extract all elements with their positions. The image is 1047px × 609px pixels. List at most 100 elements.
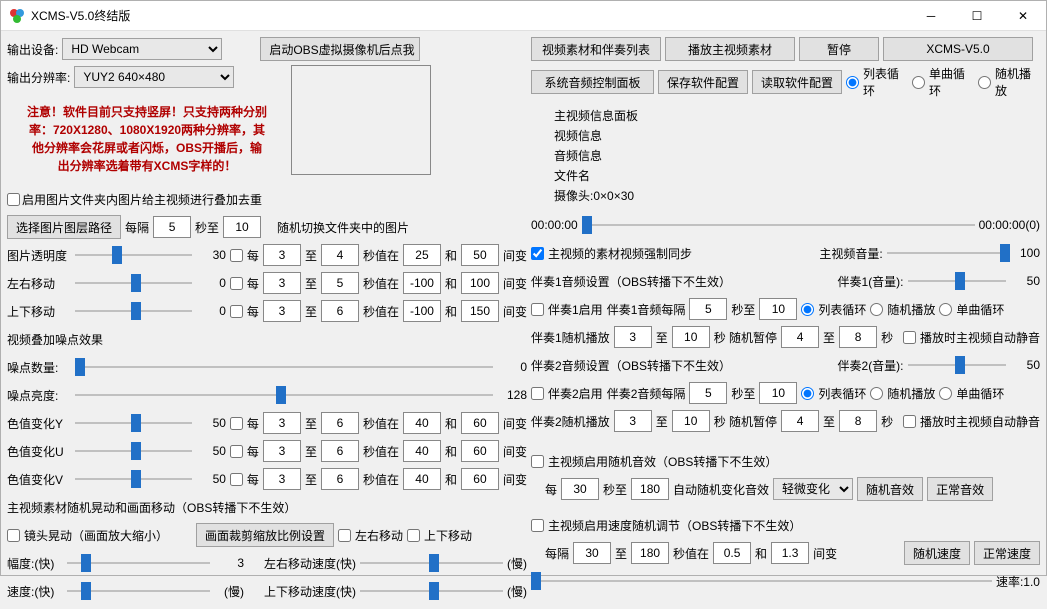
ud-c[interactable] xyxy=(403,300,441,322)
rand-sfx-chk[interactable] xyxy=(531,455,544,468)
accomp2-vol-slider[interactable] xyxy=(908,356,1006,374)
normal-speed-button[interactable]: 正常速度 xyxy=(974,541,1040,565)
a2-b[interactable] xyxy=(759,382,797,404)
normal-sfx-button[interactable]: 正常音效 xyxy=(927,477,993,501)
hueV-slider[interactable] xyxy=(75,470,192,488)
lr-speed-slider[interactable] xyxy=(360,554,503,572)
play-main-button[interactable]: 播放主视频素材 xyxy=(665,37,795,61)
op-chk[interactable] xyxy=(230,249,243,262)
op-c[interactable] xyxy=(403,244,441,266)
a2r-a[interactable] xyxy=(614,410,652,432)
sfx-mode-select[interactable]: 轻微变化 xyxy=(773,478,853,500)
single-loop-radio[interactable] xyxy=(912,76,925,89)
hv-chk[interactable] xyxy=(230,473,243,486)
pause-button[interactable]: 暂停 xyxy=(799,37,879,61)
lr-chk[interactable] xyxy=(230,277,243,290)
ud-d[interactable] xyxy=(461,300,499,322)
lr-c[interactable] xyxy=(403,272,441,294)
min-button[interactable]: ─ xyxy=(908,1,954,31)
ud-speed-slider[interactable] xyxy=(360,582,503,600)
a1-rand-radio[interactable] xyxy=(870,303,883,316)
hu-b[interactable] xyxy=(321,440,359,462)
speed-slider[interactable] xyxy=(67,582,210,600)
accomp2-on-chk[interactable] xyxy=(531,387,544,400)
hv-c[interactable] xyxy=(403,468,441,490)
hv-a[interactable] xyxy=(263,468,301,490)
layer-b-input[interactable] xyxy=(223,216,261,238)
spd-b[interactable] xyxy=(631,542,669,564)
load-cfg-button[interactable]: 读取软件配置 xyxy=(752,70,842,94)
auto-mute2-chk[interactable] xyxy=(903,415,916,428)
lr-a[interactable] xyxy=(263,272,301,294)
rand-sfx-button[interactable]: 随机音效 xyxy=(857,477,923,501)
rand-speed-button[interactable]: 随机速度 xyxy=(904,541,970,565)
opacity-slider[interactable] xyxy=(75,246,192,264)
hueY-slider[interactable] xyxy=(75,414,192,432)
a1-single-radio[interactable] xyxy=(939,303,952,316)
hy-d[interactable] xyxy=(461,412,499,434)
a1r-b[interactable] xyxy=(672,326,710,348)
a2-single-radio[interactable] xyxy=(939,387,952,400)
a1-a[interactable] xyxy=(689,298,727,320)
material-list-button[interactable]: 视频素材和伴奏列表 xyxy=(531,37,661,61)
hv-d[interactable] xyxy=(461,468,499,490)
a1p-b[interactable] xyxy=(839,326,877,348)
crop-scale-button[interactable]: 画面裁剪缩放比例设置 xyxy=(196,523,334,547)
hv-b[interactable] xyxy=(321,468,359,490)
a1-list-radio[interactable] xyxy=(801,303,814,316)
op-a[interactable] xyxy=(263,244,301,266)
sfx-a[interactable] xyxy=(561,478,599,500)
a2-rand-radio[interactable] xyxy=(870,387,883,400)
spd-c[interactable] xyxy=(713,542,751,564)
obs-button[interactable]: 启动OBS虚拟摄像机后点我 xyxy=(260,37,420,61)
accomp1-on-chk[interactable] xyxy=(531,303,544,316)
accomp1-vol-slider[interactable] xyxy=(908,272,1006,290)
hu-chk[interactable] xyxy=(230,445,243,458)
a2-list-radio[interactable] xyxy=(801,387,814,400)
ud-b[interactable] xyxy=(321,300,359,322)
op-d[interactable] xyxy=(461,244,499,266)
a1-b[interactable] xyxy=(759,298,797,320)
ud-chk[interactable] xyxy=(230,305,243,318)
sfx-b[interactable] xyxy=(631,478,669,500)
a2p-a[interactable] xyxy=(781,410,819,432)
auto-mute1-chk[interactable] xyxy=(903,331,916,344)
rate-slider[interactable] xyxy=(531,572,992,590)
progress-slider[interactable] xyxy=(582,216,975,234)
a2-a[interactable] xyxy=(689,382,727,404)
layer-a-input[interactable] xyxy=(153,216,191,238)
op-b[interactable] xyxy=(321,244,359,266)
overlay-img-check[interactable] xyxy=(7,193,20,206)
hy-a[interactable] xyxy=(263,412,301,434)
rand-speed-chk[interactable] xyxy=(531,519,544,532)
main-vol-slider[interactable] xyxy=(887,244,1006,262)
ud-slider[interactable] xyxy=(75,302,192,320)
hy-c[interactable] xyxy=(403,412,441,434)
audio-panel-button[interactable]: 系统音频控制面板 xyxy=(531,70,654,94)
noise-bright-slider[interactable] xyxy=(75,386,493,404)
hu-d[interactable] xyxy=(461,440,499,462)
amp-slider[interactable] xyxy=(67,554,210,572)
a2r-b[interactable] xyxy=(672,410,710,432)
lr-slider[interactable] xyxy=(75,274,192,292)
hueU-slider[interactable] xyxy=(75,442,192,460)
spd-a[interactable] xyxy=(573,542,611,564)
a2p-b[interactable] xyxy=(839,410,877,432)
noise-count-slider[interactable] xyxy=(75,358,493,376)
list-loop-radio[interactable] xyxy=(846,76,859,89)
a1p-a[interactable] xyxy=(781,326,819,348)
hu-c[interactable] xyxy=(403,440,441,462)
lr-d[interactable] xyxy=(461,272,499,294)
max-button[interactable]: ☐ xyxy=(954,1,1000,31)
a1r-a[interactable] xyxy=(614,326,652,348)
output-device-select[interactable]: HD Webcam xyxy=(62,38,222,60)
random-play-radio[interactable] xyxy=(978,76,991,89)
spd-d[interactable] xyxy=(771,542,809,564)
hy-b[interactable] xyxy=(321,412,359,434)
lr-b[interactable] xyxy=(321,272,359,294)
force-sync-chk[interactable] xyxy=(531,247,544,260)
layer-path-button[interactable]: 选择图片图层路径 xyxy=(7,215,121,239)
hy-chk[interactable] xyxy=(230,417,243,430)
cam-shake-chk[interactable] xyxy=(7,529,20,542)
output-res-select[interactable]: YUY2 640×480 xyxy=(74,66,234,88)
